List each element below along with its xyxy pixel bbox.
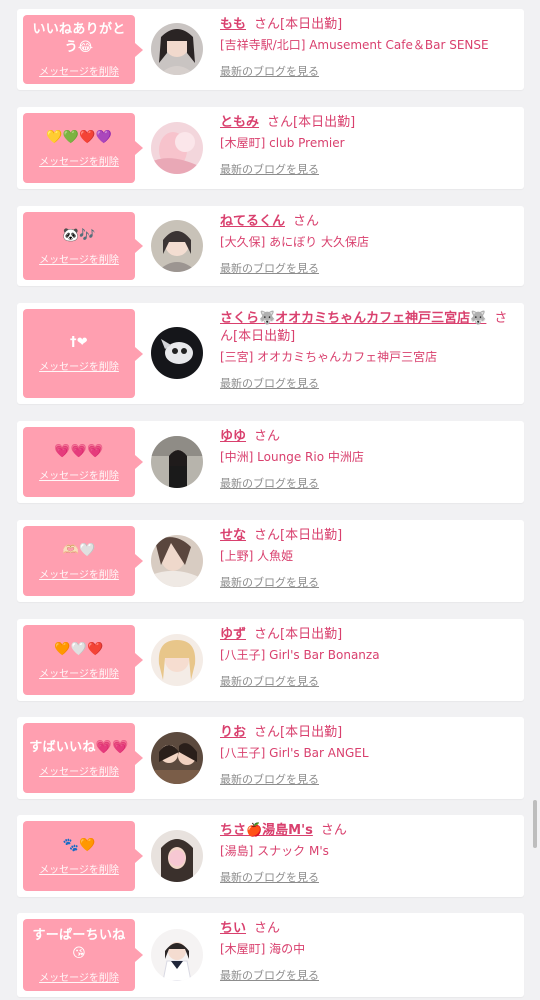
list-item: 🐾🧡 メッセージを削除 ちさ🍎湯島M's さん [湯島] スナック M's 最新の… (17, 815, 524, 897)
message-text: すばいいね💗💗 (29, 739, 129, 755)
message-bubble: 🐼🎶 メッセージを削除 (23, 212, 143, 280)
message-text: †❤ (70, 335, 88, 350)
message-bubble: いいねありがとう😂 メッセージを削除 (23, 15, 143, 84)
latest-blog-link[interactable]: 最新のブログを見る (220, 161, 319, 177)
latest-blog-link[interactable]: 最新のブログを見る (220, 574, 319, 590)
message-bubble: 🫶🏻🤍 メッセージを削除 (23, 526, 143, 596)
delete-message-link[interactable]: メッセージを削除 (39, 358, 119, 373)
attendance-status: [本日出勤] (280, 17, 343, 32)
cast-name-link[interactable]: ゆゆ (220, 429, 246, 444)
list-item: すーぱーちいね😘 メッセージを削除 ちい さん [木屋町] 海の中 最新のブログを… (17, 913, 524, 997)
shop-name: [中洲] Lounge Rio 中洲店 (220, 450, 364, 464)
attendance-status: [本日出勤] (280, 725, 343, 740)
avatar[interactable] (151, 929, 203, 981)
avatar[interactable] (151, 634, 203, 686)
latest-blog-link[interactable]: 最新のブログを見る (220, 63, 319, 79)
honorific: さん (320, 823, 347, 838)
shop-name: [三宮] オオカミちゃんカフェ神戸三宮店 (220, 350, 438, 364)
cast-name-link[interactable]: ちい (220, 921, 246, 936)
attendance-status: [本日出勤] (280, 627, 343, 642)
honorific: さん (254, 627, 281, 642)
message-text: 🐼🎶 (62, 227, 96, 243)
list-item: 💗💗💗 メッセージを削除 ゆゆ さん [中洲] Lounge Rio 中洲店 最新… (17, 421, 524, 503)
honorific: さん (254, 725, 281, 740)
attendance-status: [本日出勤] (233, 329, 296, 344)
cast-name-link[interactable]: ちさ🍎湯島M's (220, 823, 313, 838)
message-text: 💛💚❤️💜 (46, 129, 112, 145)
message-bubble: 🐾🧡 メッセージを削除 (23, 821, 143, 891)
message-bubble: すばいいね💗💗 メッセージを削除 (23, 723, 143, 793)
latest-blog-link[interactable]: 最新のブログを見る (220, 375, 319, 391)
avatar[interactable] (151, 23, 203, 75)
list-item: 💛💚❤️💜 メッセージを削除 ともみ さん[本日出勤] [木屋町] club Pr… (17, 107, 524, 189)
honorific: さん (267, 115, 294, 130)
delete-message-link[interactable]: メッセージを削除 (39, 566, 119, 581)
message-bubble: †❤ メッセージを削除 (23, 309, 143, 398)
shop-name: [木屋町] 海の中 (220, 942, 306, 956)
avatar[interactable] (151, 830, 203, 882)
message-text: 🫶🏻🤍 (62, 542, 96, 558)
cast-name-link[interactable]: さくら🐺オオカミちゃんカフェ神戸三宮店🐺 (220, 311, 486, 326)
message-text: 🧡🤍❤️ (54, 641, 104, 657)
shop-name: [湯島] スナック M's (220, 844, 329, 858)
latest-blog-link[interactable]: 最新のブログを見る (220, 967, 319, 983)
honorific: さん (254, 17, 281, 32)
delete-message-link[interactable]: メッセージを削除 (39, 153, 119, 168)
shop-name: [木屋町] club Premier (220, 136, 345, 150)
latest-blog-link[interactable]: 最新のブログを見る (220, 475, 319, 491)
delete-message-link[interactable]: メッセージを削除 (39, 63, 119, 78)
delete-message-link[interactable]: メッセージを削除 (39, 763, 119, 778)
list-item: †❤ メッセージを削除 さくら🐺オオカミちゃんカフェ神戸三宮店🐺 さん[本日出勤]… (17, 303, 524, 404)
cast-name-link[interactable]: せな (220, 528, 246, 543)
latest-blog-link[interactable]: 最新のブログを見る (220, 869, 319, 885)
avatar[interactable] (151, 535, 203, 587)
message-text: 🐾🧡 (62, 837, 96, 853)
list-item: 🫶🏻🤍 メッセージを削除 せな さん[本日出勤] [上野] 人魚姫 最新のブログを… (17, 520, 524, 602)
scrollbar[interactable] (533, 800, 537, 848)
delete-message-link[interactable]: メッセージを削除 (39, 969, 119, 984)
latest-blog-link[interactable]: 最新のブログを見る (220, 673, 319, 689)
shop-name: [吉祥寺駅/北口] Amusement Cafe＆Bar SENSE (220, 38, 489, 52)
avatar[interactable] (151, 122, 203, 174)
avatar[interactable] (151, 220, 203, 272)
honorific: さん (254, 921, 281, 936)
list-item: 🧡🤍❤️ メッセージを削除 ゆず さん[本日出勤] [八王子] Girl's Ba… (17, 619, 524, 701)
attendance-status: [本日出勤] (293, 115, 356, 130)
delete-message-link[interactable]: メッセージを削除 (39, 665, 119, 680)
honorific: さん (254, 429, 281, 444)
avatar[interactable] (151, 436, 203, 488)
honorific: さん (293, 214, 320, 229)
message-bubble: 💛💚❤️💜 メッセージを削除 (23, 113, 143, 183)
cast-name-link[interactable]: ゆず (220, 627, 246, 642)
cast-name-link[interactable]: ねてるくん (220, 214, 285, 229)
message-text: 💗💗💗 (54, 443, 104, 459)
avatar[interactable] (151, 732, 203, 784)
message-text: いいねありがとう😂 (32, 22, 126, 55)
avatar[interactable] (151, 327, 203, 379)
list-item: いいねありがとう😂 メッセージを削除 もも さん[本日出勤] [吉祥寺駅/北口] … (17, 9, 524, 90)
list-item: 🐼🎶 メッセージを削除 ねてるくん さん [大久保] あにぼり 大久保店 最新のブ… (17, 206, 524, 286)
delete-message-link[interactable]: メッセージを削除 (39, 861, 119, 876)
honorific: さん (254, 528, 281, 543)
cast-name-link[interactable]: りお (220, 725, 246, 740)
attendance-status: [本日出勤] (280, 528, 343, 543)
message-text: すーぱーちいね😘 (32, 927, 126, 961)
latest-blog-link[interactable]: 最新のブログを見る (220, 260, 319, 276)
shop-name: [八王子] Girl's Bar ANGEL (220, 746, 369, 760)
shop-name: [大久保] あにぼり 大久保店 (220, 235, 369, 249)
message-bubble: 💗💗💗 メッセージを削除 (23, 427, 143, 497)
cast-name-link[interactable]: もも (220, 17, 246, 32)
message-bubble: すーぱーちいね😘 メッセージを削除 (23, 919, 143, 991)
message-bubble: 🧡🤍❤️ メッセージを削除 (23, 625, 143, 695)
cast-name-link[interactable]: ともみ (220, 115, 259, 130)
list-item: すばいいね💗💗 メッセージを削除 りお さん[本日出勤] [八王子] Girl's… (17, 717, 524, 799)
shop-name: [上野] 人魚姫 (220, 549, 294, 563)
delete-message-link[interactable]: メッセージを削除 (39, 467, 119, 482)
latest-blog-link[interactable]: 最新のブログを見る (220, 771, 319, 787)
delete-message-link[interactable]: メッセージを削除 (39, 251, 119, 266)
shop-name: [八王子] Girl's Bar Bonanza (220, 648, 380, 662)
